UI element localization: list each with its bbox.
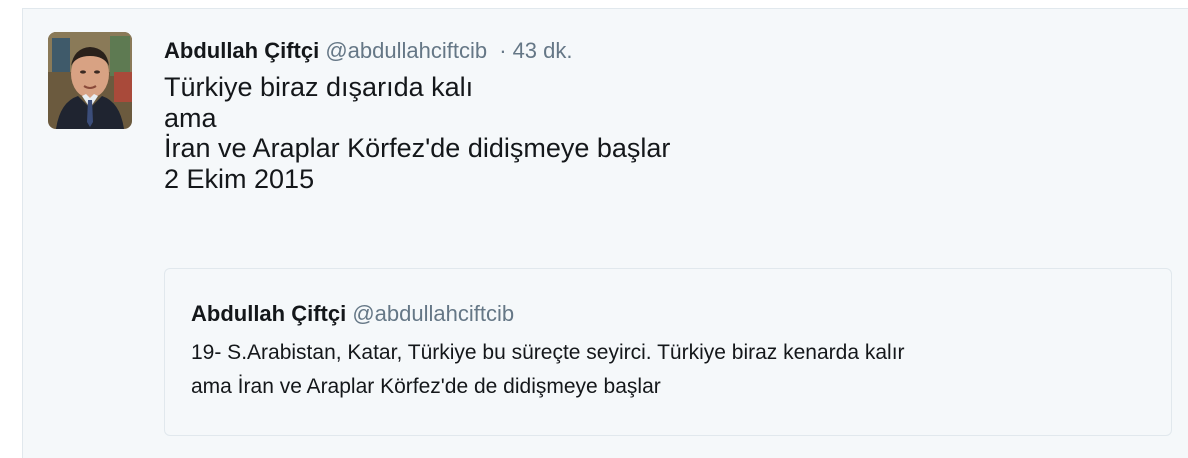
quoted-tweet-text: 19- S.Arabistan, Katar, Türkiye bu süreç… (191, 336, 905, 404)
avatar[interactable] (48, 32, 132, 129)
author-handle[interactable]: @abdullahciftcib (325, 38, 487, 63)
tweet-text-line: Türkiye biraz dışarıda kalı (164, 72, 474, 102)
tweet[interactable]: Abdullah Çiftçi @abdullahciftcib · 43 dk.… (23, 9, 1188, 458)
tweet-text: Türkiye biraz dışarıda kalı ama İran ve … (164, 72, 670, 194)
top-strip (0, 0, 1188, 8)
tweet-timestamp[interactable]: 43 dk. (513, 38, 573, 63)
quoted-tweet-header: Abdullah Çiftçi @abdullahciftcib (191, 299, 514, 329)
profile-photo-icon (48, 32, 132, 129)
quoted-author-name: Abdullah Çiftçi (191, 301, 347, 326)
quoted-author-handle: @abdullahciftcib (352, 301, 515, 326)
quoted-text-line: ama İran ve Araplar Körfez'de de didişme… (191, 375, 661, 398)
tweet-text-line: 2 Ekim 2015 (164, 163, 315, 194)
tweet-header: Abdullah Çiftçi @abdullahciftcib · 43 dk. (164, 36, 573, 66)
tweet-text-line: ama (164, 102, 217, 133)
author-name[interactable]: Abdullah Çiftçi (164, 38, 319, 63)
left-divider (22, 8, 23, 458)
tweet-text-line: İran ve Araplar Körfez'de didişmeye başl… (164, 133, 671, 163)
quoted-text-line: 19- S.Arabistan, Katar, Türkiye bu süreç… (191, 341, 905, 364)
header-separator: · (499, 38, 507, 63)
quoted-tweet[interactable]: Abdullah Çiftçi @abdullahciftcib 19- S.A… (164, 268, 1172, 436)
